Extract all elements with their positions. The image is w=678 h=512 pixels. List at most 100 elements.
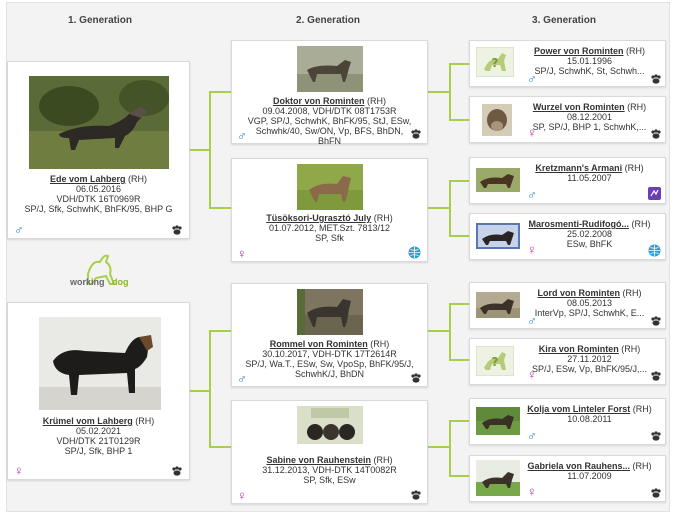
paw-print-icon[interactable] xyxy=(410,490,422,500)
dog-name[interactable]: Lord von Rominten xyxy=(537,288,620,298)
paw-print-icon[interactable] xyxy=(171,466,183,476)
male-icon: ♂ xyxy=(527,187,537,202)
breed-tag: (RH) xyxy=(367,96,386,106)
paw-print-icon[interactable] xyxy=(650,431,662,441)
dog-name[interactable]: Ede vom Lahberg xyxy=(50,174,126,184)
dog-name[interactable]: Kira von Rominten xyxy=(539,344,619,354)
titles: SP, SP/J, BHP 1, SchwhK,... xyxy=(532,122,647,132)
birth-date: 15.01.1996 xyxy=(566,56,613,66)
registration: VDH/DTK 21T0129R xyxy=(56,436,141,446)
breed-tag: (RH) xyxy=(373,455,393,465)
dog-card-sabine[interactable]: Sabine von Rauhenstein (RH) 31.12.2013, … xyxy=(231,400,428,504)
dog-photo[interactable] xyxy=(476,168,520,192)
titles: SP, Sfk, ESw xyxy=(303,475,356,485)
generation-2-heading: 2. Generation xyxy=(296,15,360,26)
dog-card-power[interactable]: ? Power von Rominten (RH) 15.01.1996 SP/… xyxy=(469,40,666,87)
working-dog-logo: working dog xyxy=(70,250,132,290)
dog-photo[interactable] xyxy=(39,317,161,410)
titles: SP/J, Wa.T., ESw, Sw, VpoSp, BhFK/95/J, xyxy=(245,359,414,369)
placeholder-photo[interactable]: ? xyxy=(476,47,514,77)
dog-photo[interactable] xyxy=(482,104,512,136)
breed-tag: (RH) xyxy=(632,461,652,471)
dog-card-marosmenti[interactable]: Marosmenti-Rudifogó... (RH) 25.02.2008 E… xyxy=(469,213,666,260)
titles: InterVp, SP/J, SchwhK, E... xyxy=(534,308,645,318)
svg-text:?: ? xyxy=(492,355,499,369)
generation-3-heading: 3. Generation xyxy=(532,15,596,26)
birth-date: 08.12.2001 xyxy=(566,112,613,122)
birth-date: 11.07.2009 xyxy=(567,471,612,481)
breed-tag: (RH) xyxy=(370,339,390,349)
male-icon: ♂ xyxy=(237,128,247,143)
breed-tag: (RH) xyxy=(627,102,647,112)
breed-tag: (RH) xyxy=(624,163,644,173)
paw-print-icon[interactable] xyxy=(650,74,662,84)
dog-card-gabriela[interactable]: Gabriela von Rauhens... (RH) 11.07.2009 … xyxy=(469,455,666,502)
dog-name[interactable]: Power von Rominten xyxy=(534,46,624,56)
registration: VDH/DTK 16T0969R xyxy=(56,194,141,204)
dog-photo[interactable] xyxy=(297,46,363,92)
dog-photo[interactable] xyxy=(476,460,520,496)
breed-tag: (RH) xyxy=(626,46,646,56)
logo-text-dog: dog xyxy=(112,277,129,287)
dog-photo[interactable] xyxy=(297,289,363,335)
titles: SP/J, ESw, Vp, BhFK/95/J,... xyxy=(531,364,648,374)
dog-card-july[interactable]: Tüsöksori-Ugrasztó July (RH) 01.07.2012,… xyxy=(231,158,428,262)
dog-card-kira[interactable]: ? Kira von Rominten (RH) 27.11.2012 SP/J… xyxy=(469,338,666,385)
paw-print-icon[interactable] xyxy=(650,129,662,139)
dog-card-kolja[interactable]: Kolja vom Linteler Forst (RH) 10.08.2011… xyxy=(469,398,666,445)
birth-date: 05.02.2021 xyxy=(75,426,122,436)
logo-text-working: working xyxy=(70,277,105,287)
dog-photo[interactable] xyxy=(476,407,520,435)
dog-card-wurzel[interactable]: Wurzel von Rominten (RH) 08.12.2001 SP, … xyxy=(469,96,666,143)
paw-print-icon[interactable] xyxy=(650,316,662,326)
birth-date-registration: 01.07.2012, MET.Szt. 7813/12 xyxy=(268,223,391,233)
titles: VGP, SP/J, SchwhK, BhFK/95, StJ, ESw, xyxy=(247,116,412,126)
paw-print-icon[interactable] xyxy=(410,373,422,383)
paw-print-icon[interactable] xyxy=(171,225,183,235)
dog-name[interactable]: Krümel vom Lahberg xyxy=(43,416,133,426)
dog-card-ede[interactable]: Ede vom Lahberg (RH) 06.05.2016 VDH/DTK … xyxy=(7,61,190,239)
paw-print-icon[interactable] xyxy=(650,371,662,381)
male-icon: ♂ xyxy=(527,71,537,86)
dog-card-rommel[interactable]: Rommel von Rominten (RH) 30.10.2017, VDH… xyxy=(231,283,428,387)
pedigree-link-icon[interactable] xyxy=(648,187,661,200)
male-icon: ♂ xyxy=(14,222,24,237)
dog-card-kruemel[interactable]: Krümel vom Lahberg (RH) 05.02.2021 VDH/D… xyxy=(7,302,190,480)
titles-continued: SchwhK/J, BhDN xyxy=(294,369,365,379)
globe-icon[interactable] xyxy=(648,244,661,257)
titles: SP/J, Sfk, SchwhK, BhFK/95, BHP G xyxy=(24,204,173,214)
titles: SP, Sfk xyxy=(315,233,344,243)
dog-name[interactable]: Marosmenti-Rudifogó... xyxy=(528,219,629,229)
breed-tag: (RH) xyxy=(135,416,155,426)
dog-photo[interactable] xyxy=(29,76,169,169)
birth-date: 11.05.2007 xyxy=(567,173,612,183)
dog-photo[interactable] xyxy=(476,223,520,249)
dog-name[interactable]: Sabine von Rauhenstein xyxy=(266,455,371,465)
dog-card-armani[interactable]: Kretzmann's Armani (RH) 11.05.2007 ♂ xyxy=(469,157,666,204)
dog-card-lord[interactable]: Lord von Rominten (RH) 08.05.2013 InterV… xyxy=(469,282,666,329)
dog-card-doktor[interactable]: Doktor von Rominten (RH) 09.04.2008, VDH… xyxy=(231,40,428,146)
dog-name[interactable]: Gabriela von Rauhens... xyxy=(527,461,630,471)
dog-name[interactable]: Wurzel von Rominten xyxy=(533,102,625,112)
paw-print-icon[interactable] xyxy=(650,488,662,498)
dog-name[interactable]: Kretzmann's Armani xyxy=(535,163,622,173)
paw-print-icon[interactable] xyxy=(410,129,422,139)
female-icon: ♀ xyxy=(527,367,537,382)
dog-photo[interactable] xyxy=(476,292,520,318)
dog-name[interactable]: Rommel von Rominten xyxy=(270,339,368,349)
placeholder-photo[interactable]: ? xyxy=(476,346,514,376)
dog-name[interactable]: Doktor von Rominten xyxy=(273,96,365,106)
dog-photo[interactable] xyxy=(297,164,363,210)
breed-tag: (RH) xyxy=(373,213,393,223)
female-icon: ♀ xyxy=(527,125,537,140)
female-icon: ♀ xyxy=(14,463,24,478)
female-icon: ♀ xyxy=(237,246,247,261)
breed-tag: (RH) xyxy=(622,288,642,298)
dog-name[interactable]: Tüsöksori-Ugrasztó July xyxy=(266,213,371,223)
globe-icon[interactable] xyxy=(408,246,421,259)
male-icon: ♂ xyxy=(237,371,247,386)
dog-photo[interactable] xyxy=(297,406,363,444)
titles-continued: BhFN xyxy=(317,136,341,146)
dog-name[interactable]: Kolja vom Linteler Forst xyxy=(527,404,630,414)
titles: ESw, BhFK xyxy=(566,239,613,249)
